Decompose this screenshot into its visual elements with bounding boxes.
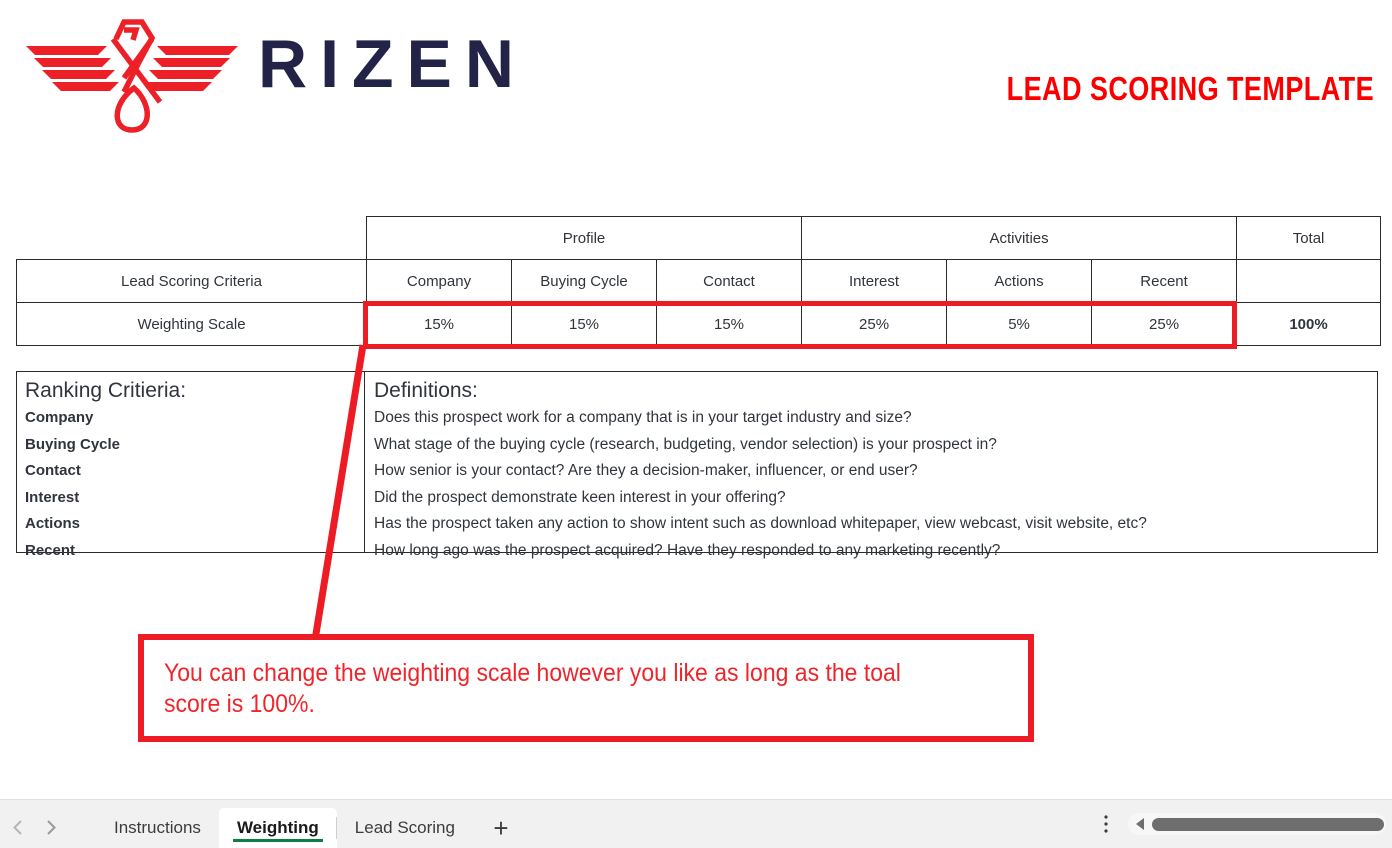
table-weighting-row: Weighting Scale 15% 15% 15% 25% 5% 25% 1… (16, 302, 1382, 346)
sheet-tabs-list: Instructions Weighting Lead Scoring + (96, 808, 529, 848)
criteria-item-recent: Recent (25, 541, 76, 559)
empty-corner-cell (17, 217, 367, 260)
definitions-heading: Definitions: (374, 379, 478, 402)
sheet-bar-right-controls (1084, 800, 1392, 848)
definition-buying-cycle: What stage of the buying cycle (research… (374, 435, 997, 453)
definition-interest: Did the prospect demonstrate keen intere… (374, 488, 786, 506)
weight-cell-recent[interactable]: 25% (1091, 302, 1238, 346)
weight-cell-actions[interactable]: 5% (946, 302, 1093, 346)
definition-company: Does this prospect work for a company th… (374, 409, 912, 426)
scroll-left-icon[interactable] (1128, 813, 1152, 835)
table-criteria-row: Lead Scoring Criteria Company Buying Cyc… (16, 259, 1382, 303)
more-options-icon[interactable] (1084, 800, 1128, 848)
horizontal-scrollbar-thumb[interactable] (1152, 817, 1384, 831)
criteria-column-contact[interactable]: Contact (655, 259, 803, 303)
ranking-criteria-column: Ranking Critieria: Company Buying Cycle … (17, 372, 365, 559)
criteria-column-actions[interactable]: Actions (946, 259, 1093, 303)
horizontal-scrollbar[interactable] (1128, 813, 1386, 835)
sheet-tab-instructions[interactable]: Instructions (96, 808, 219, 848)
criteria-item-buying-cycle: Buying Cycle (25, 435, 121, 453)
definition-contact: How senior is your contact? Are they a d… (374, 462, 918, 479)
criteria-definitions-panel: Ranking Critieria: Company Buying Cycle … (16, 371, 1378, 559)
weight-cell-contact[interactable]: 15% (655, 302, 803, 346)
weight-cell-company[interactable]: 15% (366, 302, 512, 346)
criteria-item-actions: Actions (25, 515, 81, 532)
definition-actions: Has the prospect taken any action to sho… (374, 515, 1147, 532)
weight-cell-total[interactable]: 100% (1236, 302, 1382, 346)
criteria-column-recent[interactable]: Recent (1091, 259, 1238, 303)
weight-cell-interest[interactable]: 25% (801, 302, 948, 346)
group-header-profile: Profile (365, 216, 803, 260)
criteria-column-interest[interactable]: Interest (801, 259, 948, 303)
table-group-header-row: Profile Activities Total (17, 216, 1382, 260)
weighting-table: Profile Activities Total Lead Scoring Cr… (16, 216, 1382, 346)
row-label-lead-scoring-criteria: Lead Scoring Criteria (16, 259, 367, 303)
callout-annotation-box: You can change the weighting scale howev… (138, 634, 1034, 742)
weight-cell-buying-cycle[interactable]: 15% (511, 302, 657, 346)
sheet-tab-weighting[interactable]: Weighting (218, 808, 337, 848)
group-header-activities: Activities (801, 216, 1238, 260)
criteria-total-empty-cell[interactable] (1236, 259, 1382, 303)
sheet-tab-lead-scoring[interactable]: Lead Scoring (335, 808, 473, 848)
group-header-total: Total (1236, 216, 1382, 260)
chevron-right-icon[interactable] (34, 806, 68, 848)
definition-recent: How long ago was the prospect acquired? … (374, 541, 1001, 559)
callout-annotation-text: You can change the weighting scale howev… (164, 659, 901, 718)
row-label-weighting-scale: Weighting Scale (16, 302, 367, 346)
ranking-criteria-heading: Ranking Critieria: (25, 379, 187, 402)
chevron-left-icon[interactable] (0, 806, 34, 848)
criteria-item-interest: Interest (25, 488, 80, 506)
sheet-tab-bar: Instructions Weighting Lead Scoring + (0, 799, 1392, 848)
page-header: RIZEN LEAD SCORING TEMPLATE (0, 0, 1392, 150)
document-title: LEAD SCORING TEMPLATE (1006, 70, 1374, 107)
add-sheet-button[interactable]: + (473, 808, 529, 848)
criteria-column-buying-cycle[interactable]: Buying Cycle (511, 259, 657, 303)
criteria-column-company[interactable]: Company (366, 259, 512, 303)
sheet-navigation-controls (0, 806, 68, 848)
brand-wordmark: RIZEN (258, 26, 527, 102)
definitions-column: Definitions: Does this prospect work for… (366, 372, 1377, 559)
criteria-item-contact: Contact (25, 462, 81, 479)
criteria-item-company: Company (25, 409, 94, 426)
rizen-eagle-logo-icon (12, 8, 252, 134)
